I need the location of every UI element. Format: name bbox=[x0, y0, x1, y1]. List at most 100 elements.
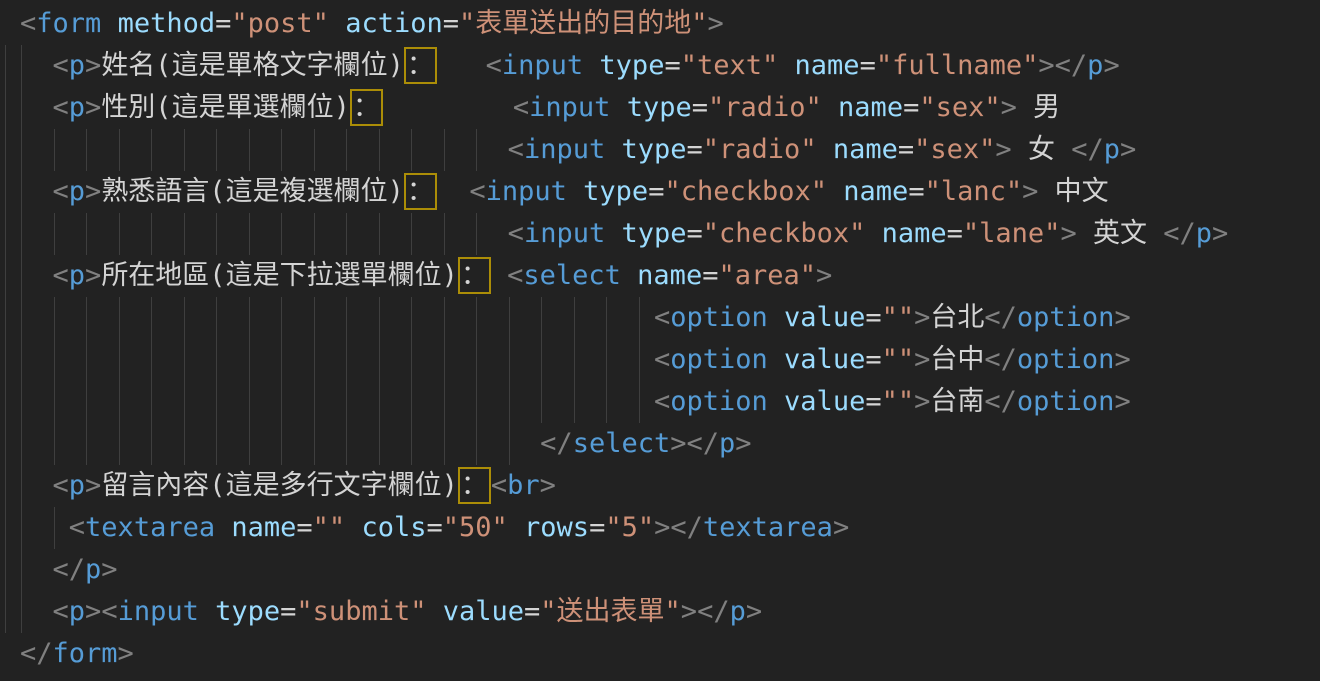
code-token: input bbox=[524, 134, 605, 165]
code-token: p bbox=[719, 428, 735, 459]
code-token bbox=[768, 302, 784, 333]
code-token: < bbox=[53, 260, 69, 291]
indent-guide bbox=[21, 171, 22, 213]
indent-guide bbox=[281, 129, 282, 171]
code-token bbox=[329, 8, 345, 39]
code-token bbox=[610, 92, 626, 123]
code-token: "post" bbox=[231, 8, 329, 39]
code-token: > bbox=[914, 344, 930, 375]
code-token: = bbox=[702, 260, 718, 291]
code-line[interactable]: <option value="">台北</option> bbox=[0, 297, 1320, 339]
code-token: name bbox=[843, 176, 908, 207]
code-token: < bbox=[508, 134, 524, 165]
indent-guide bbox=[249, 423, 250, 465]
code-token: </ bbox=[1071, 134, 1104, 165]
indent-guide bbox=[54, 507, 55, 549]
indent-guide bbox=[184, 297, 185, 339]
code-line[interactable]: <p>姓名(這是單格文字欄位)： <input type="text" name… bbox=[0, 45, 1320, 87]
indent-guide bbox=[21, 591, 22, 633]
code-token bbox=[768, 386, 784, 417]
indent-guide bbox=[54, 129, 55, 171]
code-token: p bbox=[69, 260, 85, 291]
indent-guide bbox=[411, 297, 412, 339]
indent-guide bbox=[21, 255, 22, 297]
code-token: 性別(這是單選欄位) bbox=[101, 92, 350, 123]
code-line[interactable]: <input type="checkbox" name="lane"> 英文 <… bbox=[0, 213, 1320, 255]
code-token: < bbox=[654, 344, 670, 375]
code-token: type bbox=[627, 92, 692, 123]
code-token: < bbox=[20, 8, 36, 39]
code-token: > bbox=[85, 596, 101, 627]
code-token: name bbox=[231, 512, 296, 543]
code-line[interactable]: <textarea name="" cols="50" rows="5"></t… bbox=[0, 507, 1320, 549]
indent-guide bbox=[54, 213, 55, 255]
code-token bbox=[437, 50, 486, 81]
indent-guide bbox=[541, 339, 542, 381]
code-line[interactable]: <p>所在地區(這是下拉選單欄位)： <select name="area"> bbox=[0, 255, 1320, 297]
code-line[interactable]: </form> bbox=[0, 633, 1320, 675]
code-token: = bbox=[947, 218, 963, 249]
indent-guide bbox=[86, 339, 87, 381]
code-token: </ bbox=[540, 428, 573, 459]
indent-guide bbox=[574, 381, 575, 423]
code-token: > bbox=[1001, 92, 1017, 123]
code-token bbox=[583, 50, 599, 81]
code-token: p bbox=[69, 596, 85, 627]
code-token: > bbox=[1060, 218, 1076, 249]
indent-guide bbox=[249, 381, 250, 423]
code-token: cols bbox=[361, 512, 426, 543]
indent-guide bbox=[476, 297, 477, 339]
indent-guide bbox=[249, 339, 250, 381]
indent-guide bbox=[281, 423, 282, 465]
code-token: p bbox=[69, 176, 85, 207]
code-line[interactable]: <option value="">台南</option> bbox=[0, 381, 1320, 423]
code-token: = bbox=[898, 134, 914, 165]
code-editor[interactable]: <form method="post" action="表單送出的目的地"> <… bbox=[0, 0, 1320, 681]
code-token: "" bbox=[313, 512, 346, 543]
indent-guide bbox=[346, 381, 347, 423]
code-token: = bbox=[426, 512, 442, 543]
code-line[interactable]: <option value="">台中</option> bbox=[0, 339, 1320, 381]
code-line[interactable]: <p>性別(這是單選欄位)： <input type="radio" name=… bbox=[0, 87, 1320, 129]
code-line[interactable]: </p> bbox=[0, 549, 1320, 591]
code-token: "lane" bbox=[963, 218, 1061, 249]
code-token bbox=[215, 512, 231, 543]
code-line[interactable]: <p><input type="submit" value="送出表單"></p… bbox=[0, 591, 1320, 633]
code-token: "lanc" bbox=[925, 176, 1023, 207]
indent-guide bbox=[346, 129, 347, 171]
code-line[interactable]: <p>熟悉語言(這是複選欄位)： <input type="checkbox" … bbox=[0, 171, 1320, 213]
code-token: > bbox=[85, 92, 101, 123]
indent-guide bbox=[21, 507, 22, 549]
code-token: p bbox=[69, 50, 85, 81]
code-token: "" bbox=[882, 344, 915, 375]
code-token: < bbox=[53, 50, 69, 81]
indent-guide bbox=[21, 129, 22, 171]
code-token: type bbox=[621, 134, 686, 165]
indent-guide bbox=[606, 381, 607, 423]
code-token: < bbox=[513, 92, 529, 123]
code-token: = bbox=[443, 8, 459, 39]
code-token: br bbox=[507, 470, 540, 501]
code-token: option bbox=[670, 302, 768, 333]
code-token: textarea bbox=[85, 512, 215, 543]
code-token: input bbox=[524, 218, 605, 249]
code-token: > bbox=[85, 260, 101, 291]
indent-guide bbox=[444, 129, 445, 171]
code-line[interactable]: <form method="post" action="表單送出的目的地"> bbox=[0, 3, 1320, 45]
indent-guide bbox=[541, 381, 542, 423]
code-token: "50" bbox=[443, 512, 508, 543]
code-line[interactable]: </select></p> bbox=[0, 423, 1320, 465]
code-token: input bbox=[502, 50, 583, 81]
indent-guide bbox=[54, 381, 55, 423]
code-token: select bbox=[523, 260, 621, 291]
code-token: p bbox=[1087, 50, 1103, 81]
code-token bbox=[605, 134, 621, 165]
code-token: < bbox=[53, 470, 69, 501]
indent-guide bbox=[379, 339, 380, 381]
code-token: > bbox=[1038, 50, 1054, 81]
code-line[interactable]: <p>留言內容(這是多行文字欄位)：<br> bbox=[0, 465, 1320, 507]
indent-guide bbox=[314, 423, 315, 465]
code-token: > bbox=[85, 50, 101, 81]
code-line[interactable]: <input type="radio" name="sex"> 女 </p> bbox=[0, 129, 1320, 171]
unicode-highlight-box: ： bbox=[353, 92, 380, 123]
